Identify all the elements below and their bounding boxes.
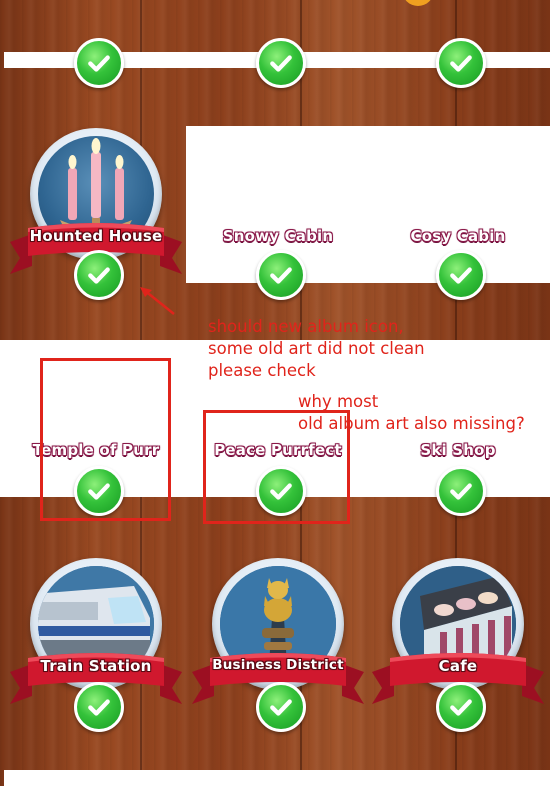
- annotation-arrow-icon: [140, 287, 175, 315]
- annotation-highlight-box: [203, 410, 350, 524]
- album-title: Hounted House: [29, 227, 163, 245]
- completed-check-icon: [74, 682, 124, 732]
- album-card[interactable]: Cafe: [368, 558, 548, 758]
- album-title: Snowy Cabin: [222, 227, 334, 245]
- completed-check-icon: [436, 682, 486, 732]
- album-title: Train Station: [40, 657, 152, 675]
- annotation-note-1: should new album icon, some old art did …: [208, 316, 425, 382]
- completed-check-icon: [256, 682, 306, 732]
- annotation-highlight-box: [40, 358, 171, 521]
- completed-check-icon: [74, 38, 124, 88]
- album-title: Ski Shop: [420, 441, 496, 459]
- completed-check-icon: [256, 38, 306, 88]
- album-title: Cosy Cabin: [410, 227, 506, 245]
- album-title: Business District: [212, 657, 344, 673]
- completed-check-icon: [436, 38, 486, 88]
- completed-check-icon: [436, 466, 486, 516]
- completed-check-icon: [256, 250, 306, 300]
- album-card[interactable]: Business District: [188, 558, 368, 758]
- album-title: Cafe: [438, 657, 478, 675]
- album-card[interactable]: Snowy Cabin: [188, 128, 368, 328]
- album-card[interactable]: Train Station: [6, 558, 186, 758]
- annotation-line: should new album icon,: [208, 317, 404, 336]
- completed-check-icon: [436, 250, 486, 300]
- annotation-line: some old art did not clean: [208, 339, 425, 358]
- orange-badge-icon: [402, 0, 434, 6]
- annotation-line: please check: [208, 361, 316, 380]
- missing-art-panel-bottom: [4, 770, 550, 786]
- album-card[interactable]: Cosy Cabin: [368, 128, 548, 328]
- completed-check-icon: [74, 250, 124, 300]
